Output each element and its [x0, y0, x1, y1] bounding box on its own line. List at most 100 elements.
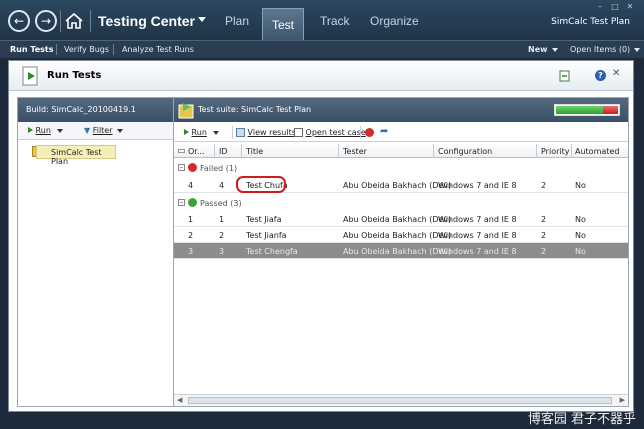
- minimize-button[interactable]: –: [594, 2, 606, 12]
- divider: [214, 144, 215, 158]
- row-automated: No: [575, 247, 586, 256]
- row-id: 3: [219, 247, 225, 256]
- navigate-icon[interactable]: ➦: [380, 126, 388, 137]
- divider: [232, 126, 233, 139]
- scrollbar-thumb[interactable]: [188, 397, 612, 404]
- run-button[interactable]: Run: [184, 128, 220, 137]
- column-title[interactable]: Title: [246, 147, 263, 156]
- collapse-icon[interactable]: –: [178, 199, 185, 206]
- tab-plan[interactable]: Plan: [225, 14, 249, 28]
- results-icon: [236, 128, 245, 137]
- back-button[interactable]: ←: [8, 10, 30, 32]
- column-automated[interactable]: Automated: [575, 147, 619, 156]
- group-failed[interactable]: – Failed (1): [174, 161, 628, 175]
- column-configuration[interactable]: Configuration: [438, 147, 492, 156]
- column-chooser-icon[interactable]: [178, 149, 185, 153]
- row-configuration: Windows 7 and IE 8: [438, 247, 517, 256]
- chevron-down-icon: [116, 128, 123, 133]
- table-row[interactable]: 2 2 Test Jianfa Abu Obeida Bakhach (Dev)…: [174, 227, 628, 243]
- filter-icon: ▼: [84, 126, 91, 135]
- table-row-selected[interactable]: 3 3 Test Chengfa Abu Obeida Bakhach (Dev…: [174, 243, 628, 259]
- tree-item-test-plan[interactable]: SimCalc Test Plan: [36, 145, 116, 166]
- row-title: Test Chengfa: [246, 247, 298, 256]
- failed-icon: [188, 163, 197, 172]
- divider: [433, 144, 434, 158]
- subnav-run-tests[interactable]: Run Tests: [10, 45, 54, 54]
- row-title: Test Jiafa: [246, 215, 282, 224]
- row-tester: Abu Obeida Bakhach (Dev): [343, 247, 452, 256]
- filter-button[interactable]: ▼ Filter: [84, 126, 123, 135]
- table-row[interactable]: 1 1 Test Jiafa Abu Obeida Bakhach (Dev) …: [174, 211, 628, 227]
- watermark: 博客园 君子不器乎: [527, 412, 636, 427]
- divider: [56, 44, 57, 55]
- play-icon: [28, 127, 33, 133]
- column-tester[interactable]: Tester: [343, 147, 367, 156]
- collapse-icon[interactable]: –: [178, 164, 185, 171]
- scroll-left-icon[interactable]: ◀: [177, 396, 182, 404]
- page-title: Run Tests: [47, 70, 102, 81]
- row-order: 3: [188, 247, 194, 256]
- sub-navigation: Run Tests Verify Bugs Analyze Test Runs …: [0, 40, 644, 58]
- left-pane: Build: SimCalc_20100419.1 Run ▼ Filter S…: [17, 97, 174, 407]
- subnav-verify-bugs[interactable]: Verify Bugs: [64, 45, 109, 54]
- divider: [113, 44, 114, 55]
- table-header: Or... ID Title Tester Configuration Prio…: [174, 144, 628, 158]
- failed-progress: [603, 106, 618, 114]
- row-id: 2: [219, 231, 225, 240]
- divider: [536, 144, 537, 158]
- close-button[interactable]: ✕: [624, 2, 636, 12]
- column-order[interactable]: Or...: [188, 147, 204, 156]
- suite-progress-bar: [554, 104, 620, 116]
- open-items-label: Open Items (0): [570, 45, 631, 54]
- forward-button[interactable]: →: [35, 10, 57, 32]
- row-id: 1: [219, 215, 225, 224]
- run-label: Run: [191, 128, 207, 137]
- page-header: Run Tests ? ✕: [9, 61, 633, 91]
- view-results-label: View results: [247, 128, 296, 137]
- new-menu[interactable]: New: [528, 45, 558, 54]
- open-test-case-label: Open test case: [305, 128, 366, 137]
- tab-organize[interactable]: Organize: [370, 14, 419, 28]
- tab-test[interactable]: Test: [262, 8, 304, 40]
- help-icon[interactable]: ?: [595, 70, 606, 81]
- export-icon[interactable]: [559, 70, 570, 82]
- chevron-down-icon: [213, 130, 220, 135]
- open-items-menu[interactable]: Open Items (0): [570, 45, 641, 54]
- row-tester: Abu Obeida Bakhach (Dev): [343, 215, 452, 224]
- row-id: 4: [219, 181, 225, 190]
- project-name: SimCalc Test Plan: [551, 17, 630, 27]
- passed-progress: [556, 106, 603, 114]
- row-order: 1: [188, 215, 194, 224]
- home-icon[interactable]: [64, 12, 84, 30]
- row-title: Test Jianfa: [246, 231, 287, 240]
- row-priority: 2: [541, 181, 547, 190]
- close-icon[interactable]: ✕: [612, 68, 620, 79]
- divider: [241, 144, 242, 158]
- horizontal-scrollbar[interactable]: ◀ ▶: [174, 394, 628, 406]
- divider: [360, 126, 361, 139]
- table-row[interactable]: 4 4 Test Chufa Abu Obeida Bakhach (Dev) …: [174, 176, 628, 193]
- run-button[interactable]: Run: [28, 126, 64, 135]
- column-id[interactable]: ID: [219, 147, 228, 156]
- maximize-button[interactable]: □: [609, 2, 621, 12]
- open-test-case-button[interactable]: Open test case: [294, 128, 366, 137]
- divider: [90, 10, 91, 32]
- stop-icon[interactable]: [365, 128, 374, 137]
- view-results-button[interactable]: View results: [236, 128, 296, 137]
- group-label: Passed (3): [200, 199, 242, 208]
- scroll-right-icon[interactable]: ▶: [620, 396, 625, 404]
- row-configuration: Windows 7 and IE 8: [438, 181, 517, 190]
- app-menu-chevron-icon[interactable]: [198, 17, 206, 22]
- row-automated: No: [575, 181, 586, 190]
- row-priority: 2: [541, 215, 547, 224]
- group-passed[interactable]: – Passed (3): [174, 196, 628, 210]
- tab-track[interactable]: Track: [320, 14, 350, 28]
- column-priority[interactable]: Priority: [541, 147, 569, 156]
- play-icon: [184, 129, 189, 135]
- chevron-down-icon: [57, 128, 64, 133]
- document-icon: [294, 128, 303, 137]
- main-panel: Run Tests ? ✕ Build: SimCalc_20100419.1 …: [8, 60, 634, 412]
- row-priority: 2: [541, 247, 547, 256]
- divider: [338, 144, 339, 158]
- subnav-analyze-test-runs[interactable]: Analyze Test Runs: [122, 45, 194, 54]
